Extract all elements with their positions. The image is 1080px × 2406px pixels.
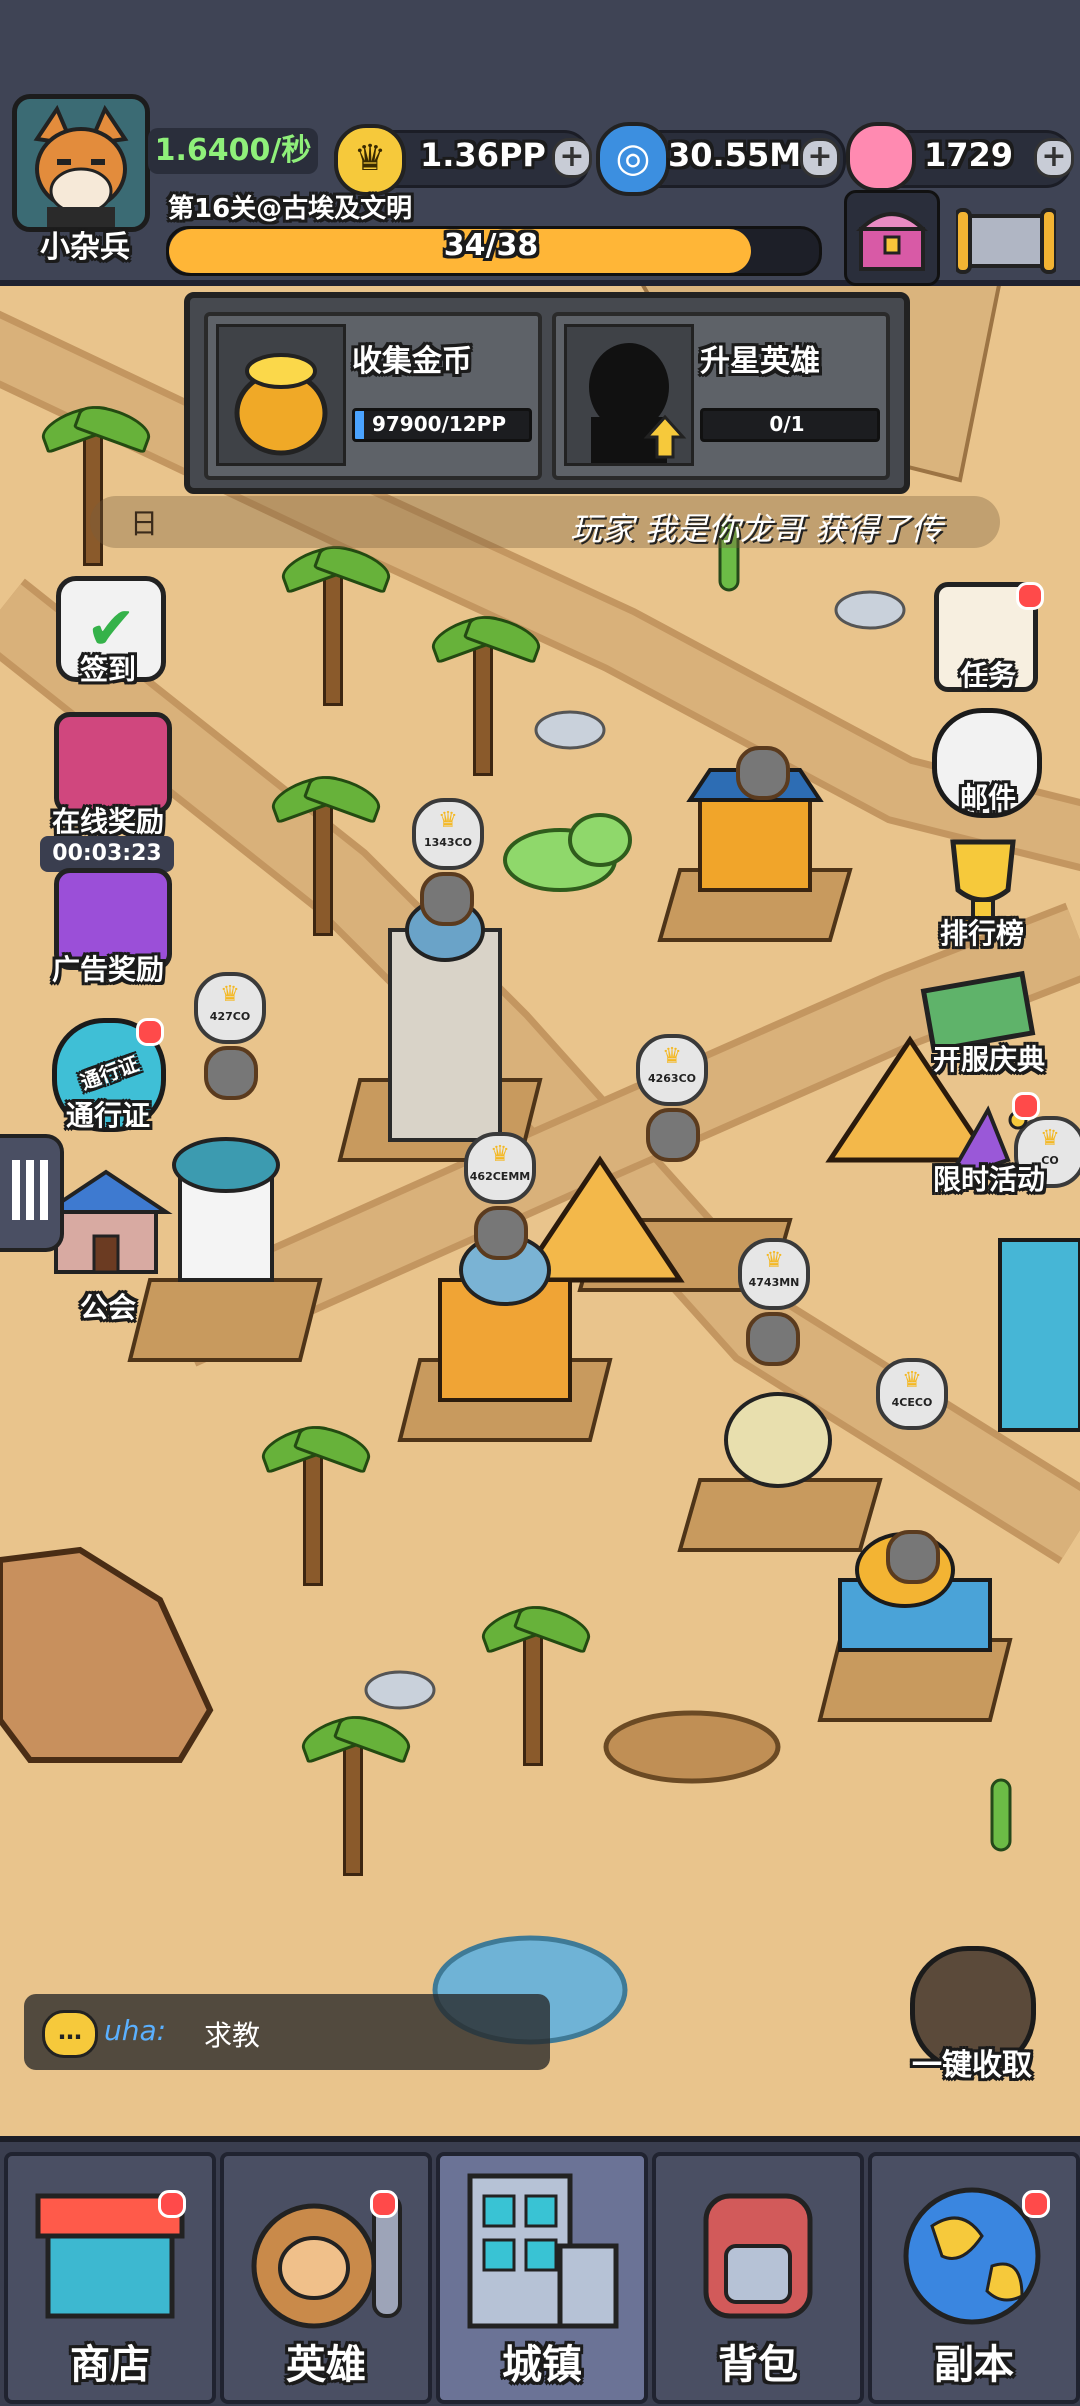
- palm-tree-icon: [426, 607, 546, 776]
- hero-silhouette-icon: [564, 324, 694, 466]
- add-crown-button[interactable]: +: [552, 138, 592, 178]
- backpack-icon: [703, 2193, 813, 2319]
- gem-amount: 30.55M: [668, 136, 802, 174]
- building-level-badge[interactable]: ♛ 4263CO: [636, 1034, 708, 1106]
- nav-backpack[interactable]: 背包: [652, 2152, 864, 2404]
- nav-shop[interactable]: 商店: [4, 2152, 216, 2404]
- marquee-message: 玩家 我是你龙哥 获得了传: [570, 510, 943, 548]
- player-name: 小杂兵: [40, 230, 130, 265]
- hero-avatar-icon[interactable]: [886, 1530, 940, 1584]
- building-level-badge[interactable]: ♛ 462CEMM: [464, 1132, 536, 1204]
- palm-tree-icon: [256, 1417, 376, 1586]
- quest-title: 升星英雄: [700, 344, 820, 379]
- notification-dot: [370, 2190, 398, 2218]
- crown-icon: ♛: [334, 124, 406, 196]
- candy-icon: [846, 122, 916, 192]
- gold-pot-icon: [216, 324, 346, 466]
- leaderboard-label: 排行榜: [939, 917, 1024, 950]
- stage-progress-text: 34/38: [443, 228, 539, 263]
- mail-label: 邮件: [959, 781, 1016, 814]
- spiral-gem-icon: ◎: [596, 122, 670, 196]
- top-bar: 小杂兵 1.6400/秒 ♛ 1.36PP + ◎ 30.55M + 1729 …: [0, 0, 1080, 286]
- treasure-chest-button[interactable]: [844, 190, 940, 286]
- nav-heroes[interactable]: 英雄: [220, 2152, 432, 2404]
- candy-amount: 1729: [924, 136, 1014, 174]
- nav-label: 背包: [718, 2342, 798, 2388]
- chat-sender: uha:: [104, 2014, 167, 2047]
- caveman-hero-icon: [251, 2194, 402, 2329]
- treasure-chest-icon: [54, 712, 172, 814]
- chat-bubble-icon: …: [42, 2010, 98, 2058]
- quest-title: 收集金币: [352, 344, 472, 379]
- hero-avatar-icon[interactable]: [420, 872, 474, 926]
- quest-panel: 收集金币 97900/12PP 升星英雄 0/1: [184, 292, 910, 494]
- crown-amount: 1.36PP: [420, 136, 546, 174]
- hero-avatar-icon[interactable]: [736, 746, 790, 800]
- hero-avatar-icon[interactable]: [204, 1046, 258, 1100]
- guild-label: 公会: [79, 1291, 136, 1324]
- online-reward-label: 在线奖励: [51, 805, 164, 838]
- building-level-badge[interactable]: ♛ 427CO: [194, 972, 266, 1044]
- ad-reward-label: 广告奖励: [51, 953, 164, 986]
- signin-label: 签到: [79, 653, 136, 686]
- quest-progress-text: 0/1: [769, 412, 805, 436]
- side-drawer-handle[interactable]: [0, 1134, 64, 1252]
- notification-dot: [1016, 582, 1044, 610]
- bottom-nav: 商店 英雄 城镇 背包 副本: [0, 2136, 1080, 2406]
- notification-dot: [1012, 1092, 1040, 1120]
- palm-tree-icon: [296, 1707, 416, 1876]
- limited-event-label: 限时活动: [932, 1163, 1045, 1196]
- map-scroll-button[interactable]: [954, 196, 1058, 280]
- announcement-marquee: 日 玩家 我是你龙哥 获得了传: [90, 496, 1000, 548]
- globe-icon: [903, 2187, 1041, 2325]
- add-gem-button[interactable]: +: [800, 138, 840, 178]
- nav-dungeon[interactable]: 副本: [868, 2152, 1080, 2404]
- player-avatar[interactable]: [12, 94, 150, 232]
- hero-avatar-icon[interactable]: [746, 1312, 800, 1366]
- palm-tree-icon: [266, 767, 386, 936]
- notification-dot: [136, 1018, 164, 1046]
- battle-pass-label: 通行证: [65, 1099, 150, 1132]
- chat-message: 求教: [204, 2019, 261, 2052]
- palm-tree-icon: [276, 537, 396, 706]
- add-candy-button[interactable]: +: [1034, 138, 1074, 178]
- online-reward-timer: 00:03:23: [40, 836, 174, 872]
- hero-avatar-icon[interactable]: [474, 1206, 528, 1260]
- income-rate: 1.6400/秒: [148, 128, 318, 174]
- hero-avatar-icon[interactable]: [646, 1108, 700, 1162]
- collect-all-label: 一键收取: [912, 2048, 1032, 2083]
- shop-icon: [35, 2193, 185, 2319]
- nav-label: 商店: [70, 2342, 150, 2388]
- nav-town[interactable]: 城镇: [436, 2152, 648, 2404]
- tasks-label: 任务: [959, 659, 1016, 692]
- stage-title: 第16关@古埃及文明: [168, 194, 413, 224]
- building-level-badge[interactable]: ♛ 1343CO: [412, 798, 484, 870]
- notification-dot: [158, 2190, 186, 2218]
- chat-preview[interactable]: … uha: 求教: [24, 1994, 550, 2070]
- palm-tree-icon: [476, 1597, 596, 1766]
- fox-avatar-icon: [33, 104, 129, 227]
- building-level-badge[interactable]: ♛ 4CECO: [876, 1358, 948, 1430]
- building-level-badge[interactable]: ♛ 4743MN: [738, 1238, 810, 1310]
- quest-card-collect-gold[interactable]: 收集金币 97900/12PP: [204, 312, 542, 480]
- marquee-prefix: 日: [130, 507, 159, 540]
- nav-label: 英雄: [286, 2342, 366, 2388]
- treasure-chest-icon: [856, 212, 928, 271]
- nav-label: 副本: [934, 2342, 1014, 2388]
- notification-dot: [1022, 2190, 1050, 2218]
- scroll-map-icon: [954, 208, 1058, 274]
- online-reward-button[interactable]: [48, 712, 172, 814]
- city-building-icon: [467, 2173, 619, 2329]
- quest-card-upgrade-hero[interactable]: 升星英雄 0/1: [552, 312, 890, 480]
- nav-label: 城镇: [502, 2342, 582, 2388]
- server-celebration-label: 开服庆典: [932, 1043, 1045, 1076]
- quest-progress-text: 97900/12PP: [371, 412, 507, 436]
